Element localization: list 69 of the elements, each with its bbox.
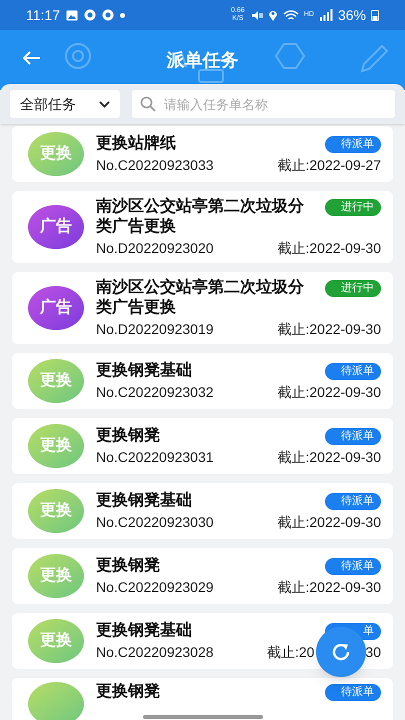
- deadline-date: 截止:2022-09-30: [277, 513, 381, 531]
- task-number: No.C20220923033: [96, 156, 214, 174]
- task-card[interactable]: 更换 更换钢凳 待派单 No.C20220923031 截止:2022-09-30: [12, 418, 393, 474]
- deadline-date: 截止:2022-09-27: [277, 156, 381, 174]
- status-badge: 进行中: [325, 280, 381, 297]
- task-type-avatar: 广告: [28, 286, 84, 330]
- task-type-avatar: 更换: [28, 489, 84, 533]
- chat-icon: [102, 9, 114, 21]
- task-number: No.D20220923019: [96, 320, 214, 338]
- back-arrow-icon: [23, 51, 41, 65]
- battery-icon: [371, 9, 379, 21]
- task-type-avatar: 更换: [28, 359, 84, 403]
- task-card[interactable]: 更换 更换钢凳基础 待派单 No.C20220923032 截止:2022-09-30: [12, 353, 393, 409]
- task-title: 更换钢凳: [96, 682, 161, 702]
- task-title: 更换钢凳基础: [96, 361, 193, 381]
- task-type-avatar: 更换: [28, 132, 84, 176]
- task-number: No.C20220923031: [96, 448, 214, 466]
- status-badge: 待派单: [325, 136, 381, 153]
- deadline-date: 截止:2022-09-30: [277, 383, 381, 401]
- status-badge: 待派单: [325, 493, 381, 510]
- task-number: No.C20220923029: [96, 578, 214, 596]
- status-time: 11:17: [26, 6, 60, 24]
- task-title: 更换钢凳: [96, 556, 161, 576]
- deadline-date: 截止:20: [267, 643, 314, 661]
- status-badge: 待派单: [325, 363, 381, 380]
- task-card[interactable]: 更换 更换钢凳基础 单 No.C20220923028 截止:20 30: [12, 613, 393, 669]
- task-type-avatar: 更换: [28, 619, 84, 663]
- task-card[interactable]: 更换 更换钢凳 待派单 No.C20220923029 截止:2022-09-30: [12, 548, 393, 604]
- refresh-icon: [330, 641, 352, 663]
- chevron-down-icon: [99, 100, 110, 108]
- task-title: 更换站牌纸: [96, 134, 177, 154]
- status-badge: 待派单: [325, 558, 381, 575]
- task-number: No.C20220923032: [96, 383, 214, 401]
- task-type-dropdown[interactable]: 全部任务: [10, 90, 120, 118]
- location-icon: [268, 9, 278, 21]
- deadline-date: 截止:2022-09-30: [277, 448, 381, 466]
- signal-icon: [318, 9, 333, 21]
- task-number: No.C20220923028: [96, 643, 214, 661]
- task-card[interactable]: 更换 更换站牌纸 待派单 No.C20220923033 截止:2022-09-27: [12, 126, 393, 182]
- task-title: 南沙区公交站亭第二次垃圾分类广告更换: [96, 197, 305, 237]
- status-badge: 待派单: [325, 684, 381, 701]
- search-icon: [140, 96, 156, 112]
- task-card[interactable]: 更换 更换钢凳基础 待派单 No.C20220923030 截止:2022-09-30: [12, 483, 393, 539]
- task-title: 更换钢凳基础: [96, 491, 193, 511]
- status-badge: 待派单: [325, 428, 381, 445]
- task-card[interactable]: 广告 南沙区公交站亭第二次垃圾分类广告更换 进行中 No.D20220923019 截止:2022-09-30: [12, 272, 393, 344]
- task-title: 更换钢凳: [96, 426, 161, 446]
- search-field[interactable]: 请输入任务单名称: [132, 90, 395, 118]
- mute-icon: [250, 10, 263, 20]
- task-number: No.D20220923020: [96, 239, 214, 257]
- status-badge: 进行中: [325, 199, 381, 216]
- battery-level: 36%: [338, 6, 366, 24]
- task-type-avatar: 更换: [28, 424, 84, 468]
- page-title: 派单任务: [166, 48, 238, 72]
- deadline-date: 截止:2022-09-30: [277, 320, 381, 338]
- task-card[interactable]: 广告 南沙区公交站亭第二次垃圾分类广告更换 进行中 No.D20220923020 截止:2022-09-30: [12, 191, 393, 263]
- task-type-avatar: 广告: [28, 205, 84, 249]
- deadline-date: 截止:2022-09-30: [277, 239, 381, 257]
- image-icon: [66, 10, 78, 20]
- chat-icon: [84, 9, 96, 21]
- deadline-date: 30: [365, 643, 381, 661]
- deadline-date: 截止:2022-09-30: [277, 578, 381, 596]
- wifi-icon: [282, 10, 299, 20]
- task-number: No.C20220923030: [96, 513, 214, 531]
- dot-icon: [120, 12, 125, 18]
- task-title: 更换钢凳基础: [96, 621, 193, 641]
- task-card[interactable]: 更换钢凳 待派单: [12, 678, 393, 720]
- task-type-avatar: 更换: [28, 554, 84, 598]
- task-title: 南沙区公交站亭第二次垃圾分类广告更换: [96, 278, 305, 318]
